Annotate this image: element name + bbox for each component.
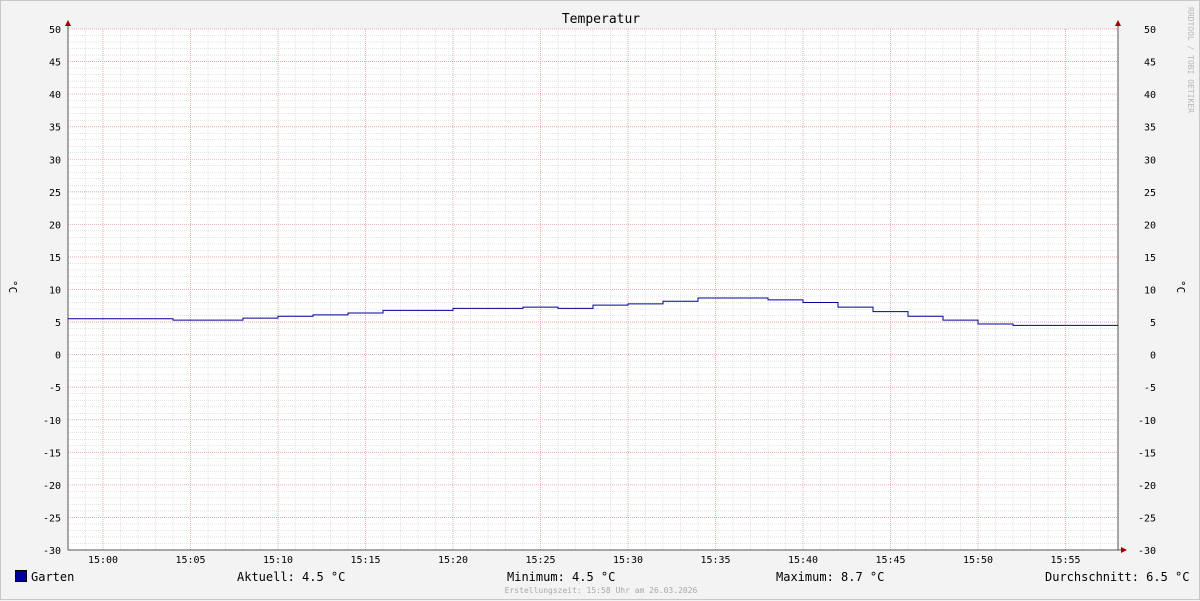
creation-time: Erstellungszeit: 15:58 Uhr am 26.03.2026 xyxy=(504,586,698,595)
y-tick-label-left: 45 xyxy=(49,58,61,69)
y-tick-label-right: 50 xyxy=(1144,25,1156,36)
x-axis-arrow xyxy=(1121,547,1127,553)
y-tick-label-right: -20 xyxy=(1138,481,1156,492)
y-tick-label-left: -5 xyxy=(49,383,61,394)
y-tick-label-left: 30 xyxy=(49,155,61,166)
rrd-graph: Temperatur RRDTOOL / TOBI OETIKER 50 50 45… xyxy=(0,0,1200,600)
legend-aktuell: Aktuell: 4.5 °C xyxy=(237,570,346,584)
y-tick-label-right: -10 xyxy=(1138,416,1156,427)
y-axis-label-right: °C xyxy=(1174,280,1187,293)
x-tick-label: 15:45 xyxy=(875,555,905,566)
y-tick-label-left: 50 xyxy=(49,25,61,36)
y-tick-label-right: 25 xyxy=(1144,188,1156,199)
y-tick-label-right: 0 xyxy=(1150,351,1156,362)
x-tick-label: 15:00 xyxy=(88,555,118,566)
y-tick-label-right: 35 xyxy=(1144,123,1156,134)
y-tick-label-left: 20 xyxy=(49,220,61,231)
y-axis-label-right-text: °C xyxy=(1174,280,1187,293)
y-tick-label-right: -15 xyxy=(1138,448,1156,459)
chart-area: 50 5045 4540 4035 3530 3025 2520 2015 1510 105 50 0… xyxy=(43,20,1156,566)
y-tick-label-left: 35 xyxy=(49,123,61,134)
legend-series-name: Garten xyxy=(31,570,75,584)
y-tick-label-right: 40 xyxy=(1144,90,1156,101)
y-axis-arrow-left xyxy=(65,20,71,26)
y-axis-label-left: °C xyxy=(6,280,19,293)
legend-swatch-garten xyxy=(15,570,27,582)
y-tick-label-left: -20 xyxy=(43,481,61,492)
y-tick-label-left: -30 xyxy=(43,546,61,557)
x-tick-label: 15:05 xyxy=(175,555,205,566)
x-tick-label: 15:50 xyxy=(963,555,993,566)
y-tick-label-left: -25 xyxy=(43,513,61,524)
y-tick-label-right: -30 xyxy=(1138,546,1156,557)
y-tick-label-right: 10 xyxy=(1144,286,1156,297)
y-tick-label-left: 15 xyxy=(49,253,61,264)
x-tick-label: 15:25 xyxy=(525,555,555,566)
y-tick-label-left: 5 xyxy=(55,318,61,329)
x-tick-label: 15:15 xyxy=(350,555,380,566)
y-tick-label-left: -15 xyxy=(43,448,61,459)
y-tick-label-right: -25 xyxy=(1138,513,1156,524)
legend-maximum: Maximum: 8.7 °C xyxy=(776,570,885,584)
y-tick-label-left: -10 xyxy=(43,416,61,427)
y-tick-label-right: -5 xyxy=(1144,383,1156,394)
x-tick-label: 15:20 xyxy=(438,555,468,566)
y-tick-label-right: 15 xyxy=(1144,253,1156,264)
y-tick-label-right: 5 xyxy=(1150,318,1156,329)
y-tick-label-right: 20 xyxy=(1144,220,1156,231)
legend-minimum: Minimum: 4.5 °C xyxy=(507,570,616,584)
x-tick-label: 15:10 xyxy=(263,555,293,566)
y-axis-arrow-right xyxy=(1115,20,1121,26)
legend-durchschnitt: Durchschnitt: 6.5 °C xyxy=(1045,570,1190,584)
x-tick-label: 15:30 xyxy=(613,555,643,566)
y-tick-label-left: 10 xyxy=(49,286,61,297)
x-tick-label: 15:35 xyxy=(700,555,730,566)
y-axis-label-left-text: °C xyxy=(6,280,19,293)
y-tick-label-left: 25 xyxy=(49,188,61,199)
x-tick-label: 15:55 xyxy=(1050,555,1080,566)
y-tick-label-left: 40 xyxy=(49,90,61,101)
y-tick-label-right: 45 xyxy=(1144,58,1156,69)
y-tick-label-left: 0 xyxy=(55,351,61,362)
x-tick-label: 15:40 xyxy=(788,555,818,566)
y-tick-label-right: 30 xyxy=(1144,155,1156,166)
